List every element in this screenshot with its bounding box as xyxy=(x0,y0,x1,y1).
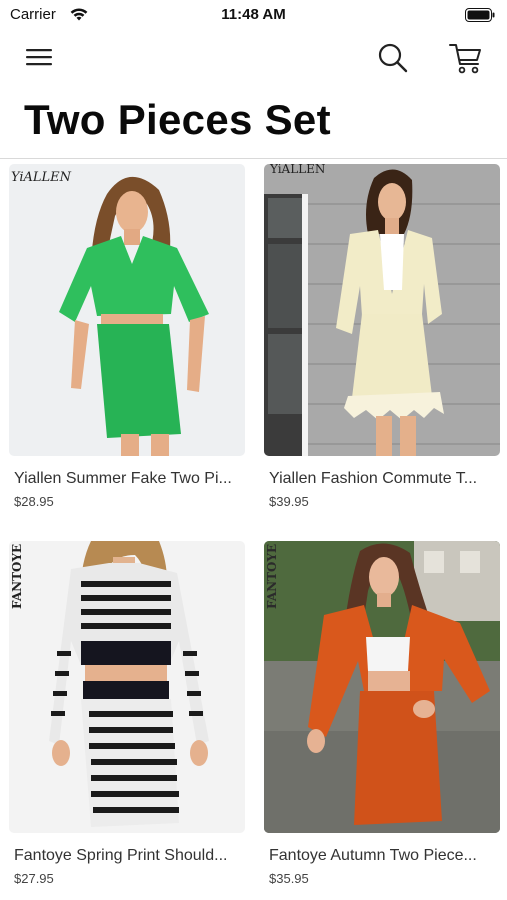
product-image[interactable]: YiALLEN xyxy=(264,164,500,456)
navigation-bar xyxy=(0,34,507,80)
product-card[interactable]: YiALLEN Yiallen Fashion Commute T... $39… xyxy=(264,164,500,509)
product-title[interactable]: Fantoye Spring Print Should... xyxy=(14,847,240,865)
product-title[interactable]: Yiallen Fashion Commute T... xyxy=(269,470,495,488)
search-icon xyxy=(378,43,408,73)
cart-icon xyxy=(449,44,481,74)
status-bar: Carrier 11:48 AM xyxy=(0,0,507,30)
product-title[interactable]: Fantoye Autumn Two Piece... xyxy=(269,847,495,865)
search-button[interactable] xyxy=(374,40,412,76)
status-time: 11:48 AM xyxy=(221,6,286,23)
product-card[interactable]: FANTOYE Fantoye Autumn Two Piece... $35.… xyxy=(264,541,500,886)
cart-button[interactable] xyxy=(445,38,485,76)
product-card[interactable]: YiALLEN Yiallen Summer Fake Two Pi... $2… xyxy=(9,164,245,509)
hamburger-menu-icon xyxy=(26,49,52,66)
product-price: $28.95 xyxy=(14,494,54,509)
menu-button[interactable] xyxy=(22,42,56,72)
product-price: $27.95 xyxy=(14,871,54,886)
battery-icon xyxy=(465,8,495,22)
product-card[interactable]: FANTOYE Fantoye Spring Print Should... $… xyxy=(9,541,245,886)
product-image[interactable]: FANTOYE xyxy=(9,541,245,833)
brand-mark: YiALLEN xyxy=(11,170,72,185)
brand-mark: FANTOYE xyxy=(265,544,279,609)
page-title: Two Pieces Set xyxy=(24,96,331,143)
product-image[interactable]: FANTOYE xyxy=(264,541,500,833)
brand-mark: YiALLEN xyxy=(269,164,325,176)
product-price: $35.95 xyxy=(269,871,309,886)
product-price: $39.95 xyxy=(269,494,309,509)
header-divider xyxy=(0,158,507,159)
product-title[interactable]: Yiallen Summer Fake Two Pi... xyxy=(14,470,240,488)
product-image[interactable]: YiALLEN xyxy=(9,164,245,456)
brand-mark: FANTOYE xyxy=(10,544,24,609)
